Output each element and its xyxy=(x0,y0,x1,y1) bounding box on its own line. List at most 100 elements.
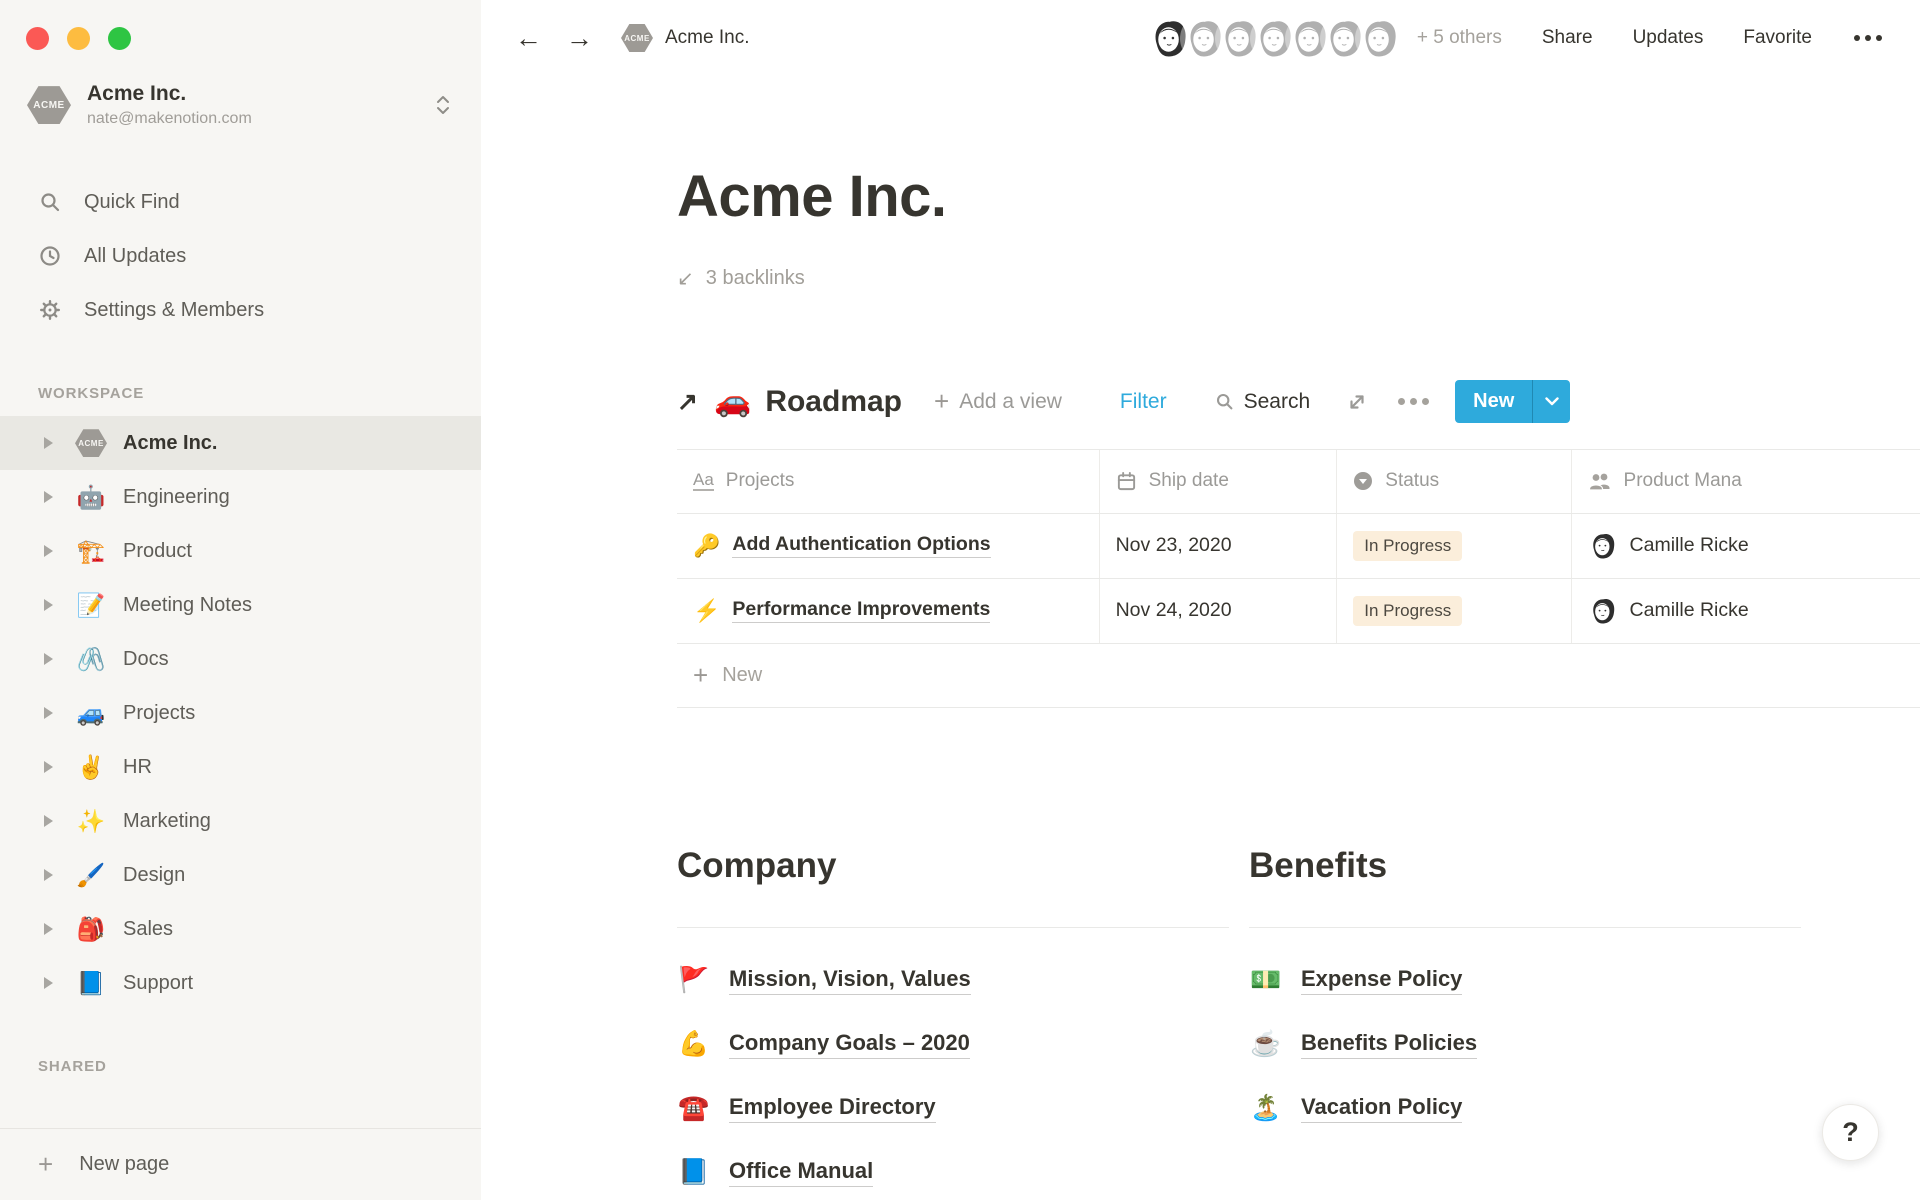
employee-directory-link[interactable]: Employee Directory xyxy=(729,1094,936,1123)
gear-icon xyxy=(38,299,62,321)
close-window-button[interactable] xyxy=(26,27,49,50)
vacation-policy-link[interactable]: Vacation Policy xyxy=(1301,1094,1462,1123)
sidebar-page-marketing[interactable]: ✨ Marketing xyxy=(0,794,481,848)
backpack-emoji-icon: 🎒 xyxy=(75,916,107,943)
desert-island-emoji-icon: 🏝️ xyxy=(1249,1094,1283,1123)
column-header-product-manager[interactable]: Product Mana xyxy=(1572,450,1920,513)
plus-icon: + xyxy=(38,1149,53,1180)
expand-view-button[interactable] xyxy=(1346,391,1368,413)
status-cell[interactable]: In Progress xyxy=(1337,579,1571,643)
expand-toggle-icon[interactable] xyxy=(44,815,53,827)
select-icon xyxy=(1353,471,1373,491)
collection-more-button[interactable] xyxy=(1398,398,1429,405)
product-manager-cell[interactable]: Camille Ricke xyxy=(1572,514,1920,578)
benefits-policies-link[interactable]: Benefits Policies xyxy=(1301,1030,1477,1059)
expand-toggle-icon[interactable] xyxy=(44,977,53,989)
chevron-down-icon[interactable] xyxy=(1532,380,1570,423)
roadmap-table: Aa Projects Ship date xyxy=(677,449,1920,644)
zoom-window-button[interactable] xyxy=(108,27,131,50)
flexed-biceps-emoji-icon: 💪 xyxy=(677,1030,711,1059)
table-new-row-button[interactable]: + New xyxy=(677,644,1920,708)
updates-button[interactable]: Updates xyxy=(1633,27,1704,49)
ship-date-cell[interactable]: Nov 24, 2020 xyxy=(1100,579,1338,643)
search-button[interactable]: Search xyxy=(1215,390,1311,414)
sidebar-page-projects[interactable]: 🚙 Projects xyxy=(0,686,481,740)
acme-logo-icon: ACME xyxy=(75,429,107,457)
collaborator-avatar[interactable] xyxy=(1358,17,1401,60)
expand-toggle-icon[interactable] xyxy=(44,599,53,611)
help-button[interactable]: ? xyxy=(1822,1104,1879,1161)
back-button[interactable]: ← xyxy=(515,25,542,52)
sidebar-page-engineering[interactable]: 🤖 Engineering xyxy=(0,470,481,524)
minimize-window-button[interactable] xyxy=(67,27,90,50)
expand-toggle-icon[interactable] xyxy=(44,437,53,449)
sidebar-page-label: Sales xyxy=(123,918,173,941)
expand-toggle-icon[interactable] xyxy=(44,491,53,503)
expand-toggle-icon[interactable] xyxy=(44,707,53,719)
sidebar-page-label: Acme Inc. xyxy=(123,432,217,455)
expand-toggle-icon[interactable] xyxy=(44,653,53,665)
person-avatar xyxy=(1588,596,1618,626)
sidebar-item-all-updates[interactable]: All Updates xyxy=(0,229,481,283)
new-page-label: New page xyxy=(79,1153,169,1176)
column-header-status[interactable]: Status xyxy=(1337,450,1571,513)
product-manager-cell[interactable]: Camille Ricke xyxy=(1572,579,1920,643)
forward-button[interactable]: → xyxy=(566,25,593,52)
expand-toggle-icon[interactable] xyxy=(44,545,53,557)
page-link-row: 💵 Expense Policy xyxy=(1249,948,1821,1012)
sidebar-page-support[interactable]: 📘 Support xyxy=(0,956,481,1010)
status-cell[interactable]: In Progress xyxy=(1337,514,1571,578)
others-count-label[interactable]: + 5 others xyxy=(1417,27,1502,49)
project-cell[interactable]: ⚡ Performance Improvements xyxy=(677,579,1100,643)
topbar: ← → ACME Acme Inc. + 5 others Share Upda… xyxy=(481,0,1920,76)
sidebar: ACME Acme Inc. nate@makenotion.com Quick… xyxy=(0,0,481,1200)
divider xyxy=(1249,927,1801,928)
calendar-icon xyxy=(1116,471,1137,492)
new-record-button[interactable]: New xyxy=(1455,380,1570,423)
sidebar-page-acme-inc[interactable]: ACME Acme Inc. xyxy=(0,416,481,470)
breadcrumb[interactable]: Acme Inc. xyxy=(665,27,749,49)
breadcrumb-page-icon: ACME xyxy=(621,24,653,52)
share-button[interactable]: Share xyxy=(1542,27,1593,49)
ship-date-cell[interactable]: Nov 23, 2020 xyxy=(1100,514,1338,578)
expand-toggle-icon[interactable] xyxy=(44,923,53,935)
more-options-button[interactable] xyxy=(1854,35,1882,41)
expense-policy-link[interactable]: Expense Policy xyxy=(1301,966,1462,995)
sidebar-page-label: Marketing xyxy=(123,810,211,833)
company-goals-link[interactable]: Company Goals – 2020 xyxy=(729,1030,970,1059)
red-car-emoji-icon: 🚗 xyxy=(714,384,751,419)
column-header-projects[interactable]: Aa Projects xyxy=(677,450,1100,513)
office-manual-link[interactable]: Office Manual xyxy=(729,1158,873,1187)
sidebar-page-meeting-notes[interactable]: 📝 Meeting Notes xyxy=(0,578,481,632)
mission-vision-values-link[interactable]: Mission, Vision, Values xyxy=(729,966,971,995)
workspace-switcher[interactable]: ACME Acme Inc. nate@makenotion.com xyxy=(0,50,481,135)
filter-button[interactable]: Filter xyxy=(1120,390,1167,414)
project-page-link[interactable]: Add Authentication Options xyxy=(732,533,990,558)
collection-title[interactable]: Roadmap xyxy=(765,385,902,419)
expand-toggle-icon[interactable] xyxy=(44,869,53,881)
expand-toggle-icon[interactable] xyxy=(44,761,53,773)
sidebar-page-sales[interactable]: 🎒 Sales xyxy=(0,902,481,956)
new-page-button[interactable]: + New page xyxy=(0,1128,481,1200)
sidebar-page-hr[interactable]: ✌️ HR xyxy=(0,740,481,794)
open-as-page-icon[interactable]: ↗ xyxy=(677,387,698,417)
project-cell[interactable]: 🔑 Add Authentication Options xyxy=(677,514,1100,578)
project-page-link[interactable]: Performance Improvements xyxy=(732,598,990,623)
sidebar-page-docs[interactable]: 🖇️ Docs xyxy=(0,632,481,686)
add-view-button[interactable]: + Add a view xyxy=(934,386,1062,417)
paperclips-emoji-icon: 🖇️ xyxy=(75,646,107,673)
coffee-emoji-icon: ☕ xyxy=(1249,1030,1283,1059)
sidebar-page-product[interactable]: 🏗️ Product xyxy=(0,524,481,578)
column-header-ship-date[interactable]: Ship date xyxy=(1100,450,1338,513)
sidebar-page-label: Meeting Notes xyxy=(123,594,252,617)
chevron-up-down-icon xyxy=(431,93,455,117)
backlinks-button[interactable]: ↙ 3 backlinks xyxy=(677,266,805,291)
sidebar-page-design[interactable]: 🖌️ Design xyxy=(0,848,481,902)
search-label: Search xyxy=(1244,390,1311,414)
favorite-button[interactable]: Favorite xyxy=(1743,27,1812,49)
section-heading: Company xyxy=(677,844,1249,888)
paintbrush-emoji-icon: 🖌️ xyxy=(75,862,107,889)
window-controls xyxy=(0,0,481,50)
sidebar-item-quick-find[interactable]: Quick Find xyxy=(0,175,481,229)
sidebar-item-settings-members[interactable]: Settings & Members xyxy=(0,283,481,337)
